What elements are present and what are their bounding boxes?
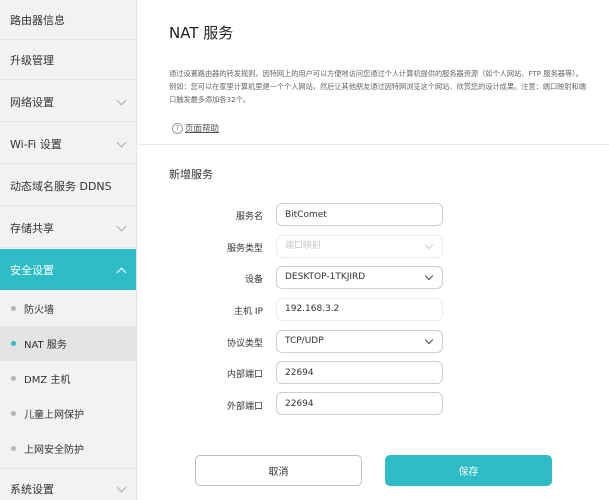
host-ip-field: 192.168.3.2 [276,298,443,321]
host-ip-label: 主机 IP [234,307,263,317]
service-type-label: 服务类型 [226,244,263,254]
help-icon: ? [172,122,183,134]
sidebar-subitem-label: 儿童上网保护 [24,410,84,421]
save-button-label: 保存 [458,467,479,478]
sidebar-item-router-info[interactable]: 路由器信息 [0,0,136,40]
internal-port-label: 内部端口 [226,370,263,380]
sidebar-subitem-label: DMZ 主机 [24,375,71,386]
external-port-input[interactable] [276,392,443,415]
bullet-dot-icon [11,341,16,346]
bullet-dot-icon [11,446,16,451]
protocol-label: 协议类型 [226,339,263,349]
help-link-label: 页面帮助 [185,124,220,134]
section-title: 新增服务 [169,168,213,181]
internal-port-input[interactable] [276,361,443,384]
chevron-down-icon [116,137,127,147]
sidebar-item-label: 安全设置 [10,263,54,277]
chevron-down-icon [424,271,434,281]
bullet-dot-icon [11,306,16,311]
cancel-button-label: 取消 [268,467,289,478]
sidebar-item-label: 系统设置 [10,482,54,496]
sidebar-item-label: 路由器信息 [10,13,65,27]
service-type-select: 端口映射 [276,235,443,258]
page-help-link[interactable]: ? 页面帮助 [172,122,219,134]
external-port-label: 外部端口 [226,402,263,412]
service-name-label: 服务名 [235,212,263,222]
sidebar-item-label: 存储共享 [10,221,54,235]
page-title: NAT 服务 [169,24,234,42]
service-name-input[interactable] [276,203,443,226]
sidebar: 路由器信息 升级管理 网络设置 Wi-Fi 设置 动态域名服务 DDNS 存储共… [0,0,137,500]
chevron-down-icon [424,335,434,345]
sidebar-item-storage-sharing[interactable]: 存储共享 [0,208,136,248]
protocol-select[interactable]: TCP/UDP [276,330,443,353]
save-button[interactable]: 保存 [385,455,552,486]
chevron-down-icon [116,95,127,105]
device-select[interactable]: DESKTOP-1TKJIRD [276,266,443,289]
sidebar-item-upgrade[interactable]: 升级管理 [0,40,136,80]
sidebar-subitem-dmz-host[interactable]: DMZ 主机 [0,361,136,396]
sidebar-subitem-label: NAT 服务 [24,340,67,351]
protocol-value: TCP/UDP [285,336,324,346]
sidebar-subitem-nat-service[interactable]: NAT 服务 [0,326,136,361]
sidebar-item-network-settings[interactable]: 网络设置 [0,82,136,122]
chevron-down-icon [424,240,434,250]
sidebar-item-security-settings[interactable]: 安全设置 [0,249,136,290]
sidebar-subitem-firewall[interactable]: 防火墙 [0,291,136,326]
bullet-dot-icon [11,376,16,381]
divider [138,144,609,145]
sidebar-item-label: 网络设置 [10,95,54,109]
host-ip-value: 192.168.3.2 [285,304,340,314]
bullet-dot-icon [11,411,16,416]
page-description: 通过设置路由器的转发规则，因特网上的用户可以方便地访问您通过个人计算机提供的服务… [169,69,586,104]
main-content: NAT 服务 通过设置路由器的转发规则，因特网上的用户可以方便地访问您通过个人计… [138,0,609,500]
service-type-value: 端口映射 [285,241,322,251]
sidebar-subitem-label: 上网安全防护 [24,445,84,456]
chevron-down-icon [116,221,127,231]
sidebar-subitem-label: 防火墙 [24,305,54,316]
sidebar-item-label: 升级管理 [10,53,54,67]
device-value: DESKTOP-1TKJIRD [285,272,366,282]
sidebar-item-label: 动态域名服务 DDNS [10,179,112,193]
sidebar-item-ddns[interactable]: 动态域名服务 DDNS [0,166,136,206]
chevron-up-icon [116,267,127,277]
cancel-button[interactable]: 取消 [195,455,362,486]
sidebar-subitem-child-protection[interactable]: 儿童上网保护 [0,396,136,431]
sidebar-item-wifi-settings[interactable]: Wi-Fi 设置 [0,124,136,164]
sidebar-item-label: Wi-Fi 设置 [10,137,62,151]
device-label: 设备 [244,275,263,285]
sidebar-subitem-web-security[interactable]: 上网安全防护 [0,431,136,466]
sidebar-item-system-settings[interactable]: 系统设置 [0,468,136,500]
chevron-down-icon [116,482,127,492]
